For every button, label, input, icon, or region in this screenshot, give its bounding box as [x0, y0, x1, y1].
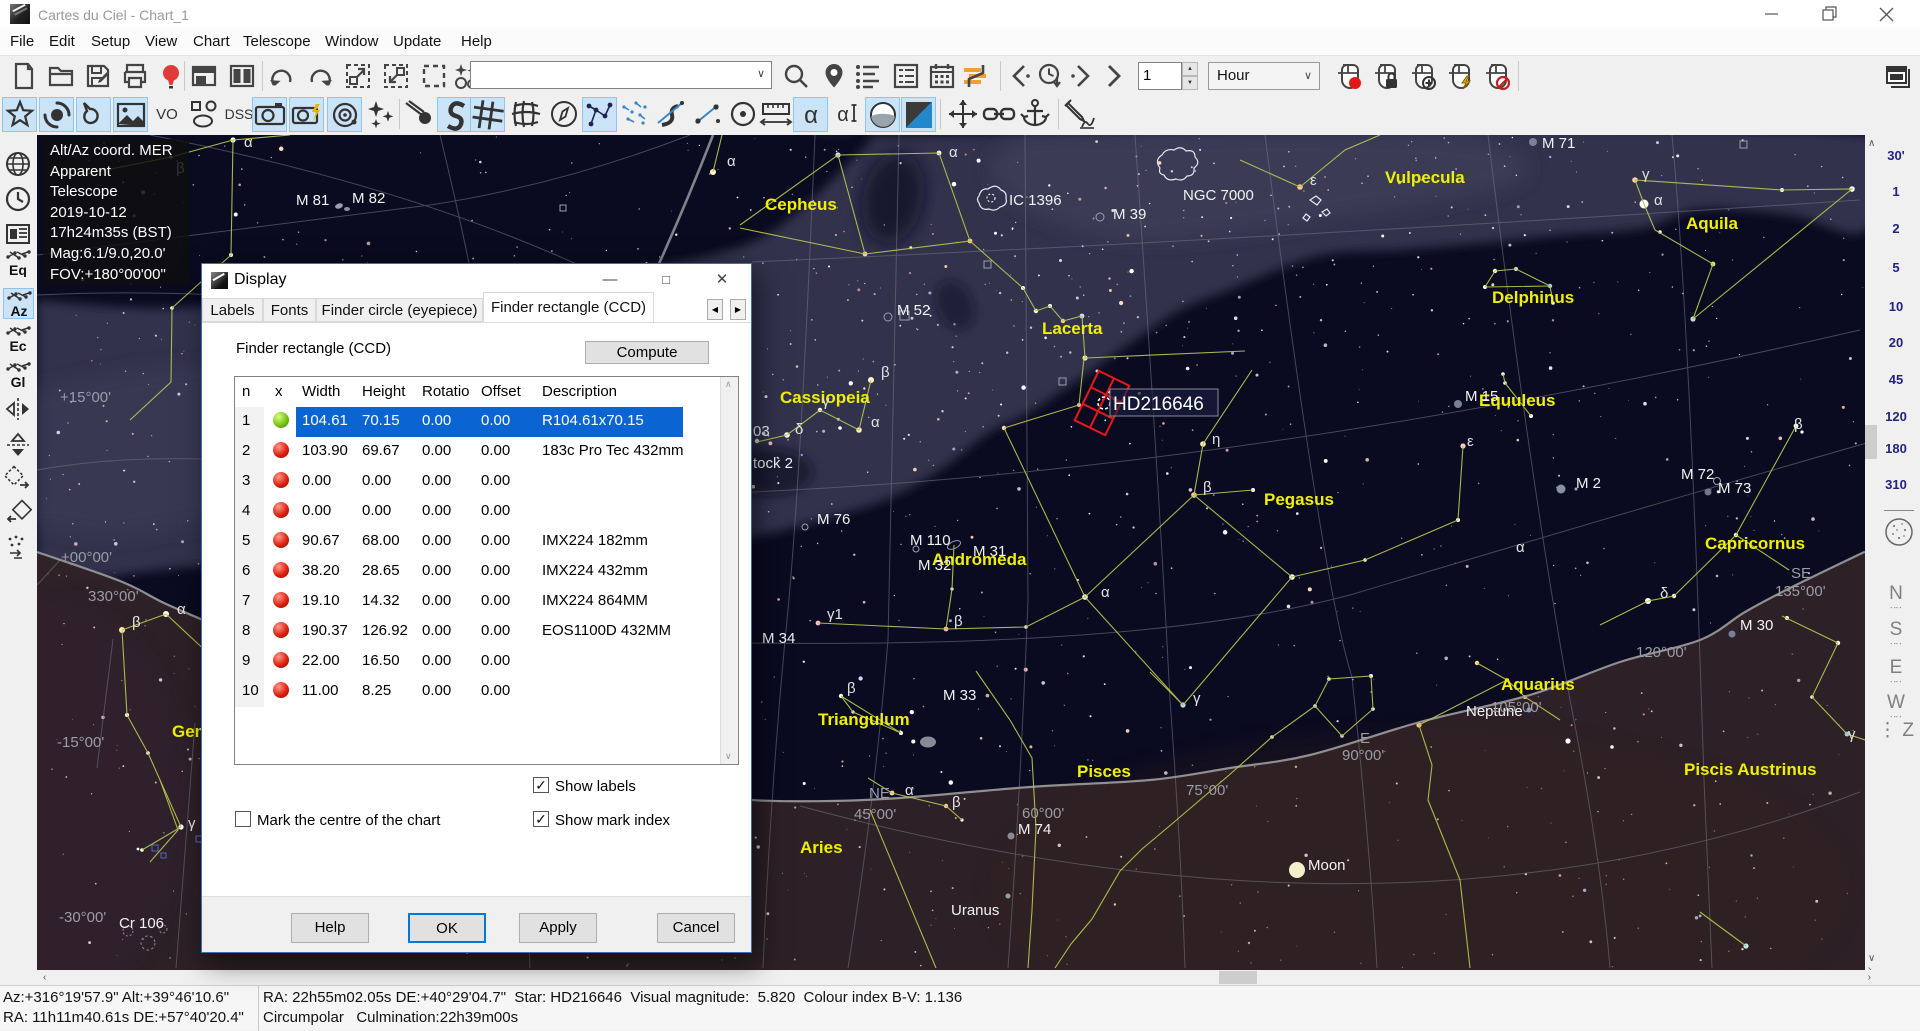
- svg-text:α: α: [1654, 192, 1663, 209]
- svg-text:M 30: M 30: [1740, 617, 1773, 634]
- svg-text:M 52: M 52: [897, 302, 930, 319]
- svg-text:Vulpecula: Vulpecula: [1385, 168, 1465, 187]
- svg-text:M 33: M 33: [943, 687, 976, 704]
- svg-text:NGC 7000: NGC 7000: [1183, 187, 1254, 204]
- svg-text:β: β: [881, 364, 890, 381]
- svg-text:45°00': 45°00': [854, 806, 896, 823]
- svg-text:NE: NE: [869, 785, 890, 802]
- svg-text:M 82: M 82: [352, 190, 385, 207]
- svg-text:Az: Az: [10, 303, 27, 318]
- svg-text:β: β: [1203, 479, 1212, 496]
- svg-text:γ: γ: [188, 815, 196, 832]
- svg-text:γ: γ: [1642, 166, 1650, 183]
- svg-text:IC 1396: IC 1396: [1009, 192, 1062, 209]
- svg-text:α: α: [727, 153, 736, 170]
- svg-text:60°00': 60°00': [1022, 805, 1064, 822]
- svg-text:β: β: [1794, 416, 1803, 433]
- svg-text:330°00': 330°00': [88, 588, 139, 605]
- svg-text:Moon: Moon: [1308, 857, 1346, 874]
- svg-text:SE: SE: [1791, 565, 1811, 582]
- svg-text:γ: γ: [1848, 726, 1856, 743]
- svg-text:α: α: [949, 144, 958, 161]
- svg-text:-30°00': -30°00': [59, 909, 106, 926]
- svg-text:ε: ε: [1467, 433, 1474, 450]
- svg-text:tock 2: tock 2: [753, 455, 793, 472]
- svg-text:Cepheus: Cepheus: [765, 195, 837, 214]
- svg-text:Pisces: Pisces: [1077, 762, 1131, 781]
- svg-text:α: α: [1516, 539, 1525, 556]
- svg-text:Lacerta: Lacerta: [1042, 319, 1103, 338]
- svg-text:M 15: M 15: [1465, 388, 1498, 405]
- svg-text:Triangulum: Triangulum: [818, 710, 910, 729]
- svg-text:90°00': 90°00': [1342, 747, 1384, 764]
- svg-text:α: α: [177, 601, 186, 618]
- svg-text:M 39: M 39: [1113, 206, 1146, 223]
- svg-text:α: α: [244, 135, 253, 151]
- svg-text:75°00': 75°00': [1186, 782, 1228, 799]
- svg-text:M 31: M 31: [973, 543, 1006, 560]
- svg-text:-15°00': -15°00': [57, 734, 104, 751]
- svg-text:η: η: [1212, 431, 1220, 448]
- svg-text:E: E: [1360, 730, 1370, 747]
- svg-text:α: α: [837, 104, 849, 126]
- svg-text:β: β: [847, 680, 856, 697]
- svg-text:γ: γ: [1193, 690, 1201, 707]
- svg-text:135°00': 135°00': [1775, 583, 1826, 600]
- svg-text:ε: ε: [1310, 172, 1317, 189]
- svg-text:γ1: γ1: [827, 606, 843, 623]
- svg-text:Cr 106: Cr 106: [119, 915, 164, 932]
- svg-text:Aries: Aries: [800, 838, 843, 857]
- svg-text:M 74: M 74: [1018, 821, 1051, 838]
- svg-text:03: 03: [753, 423, 770, 440]
- svg-text:β: β: [954, 613, 963, 630]
- svg-text:β: β: [952, 794, 961, 811]
- svg-text:α: α: [1101, 584, 1110, 601]
- svg-text:Eq: Eq: [9, 262, 27, 277]
- svg-text:δ: δ: [1660, 585, 1668, 602]
- svg-text:γ: γ: [822, 393, 830, 410]
- svg-text:120°00': 120°00': [1636, 644, 1687, 661]
- svg-text:M 110: M 110: [910, 532, 951, 549]
- svg-text:Delphinus: Delphinus: [1492, 288, 1574, 307]
- svg-text:VO: VO: [156, 106, 178, 123]
- svg-text:Pegasus: Pegasus: [1264, 490, 1334, 509]
- svg-text:Aquila: Aquila: [1686, 214, 1738, 233]
- svg-text:+00°00': +00°00': [61, 549, 112, 566]
- svg-text:Aquarius: Aquarius: [1501, 675, 1575, 694]
- svg-text:Capricornus: Capricornus: [1705, 534, 1805, 553]
- svg-text:M 32: M 32: [918, 557, 951, 574]
- svg-text:105°00': 105°00': [1491, 699, 1542, 716]
- svg-text:M 81: M 81: [296, 192, 329, 209]
- svg-text:α: α: [905, 782, 914, 799]
- svg-text:M 34: M 34: [762, 630, 795, 647]
- svg-text:HD216646: HD216646: [1113, 394, 1204, 415]
- svg-text:Piscis Austrinus: Piscis Austrinus: [1684, 760, 1817, 779]
- svg-text:M 71: M 71: [1542, 135, 1575, 152]
- svg-text:Uranus: Uranus: [951, 902, 999, 919]
- svg-text:M 73: M 73: [1718, 480, 1751, 497]
- svg-text:M 76: M 76: [817, 511, 850, 528]
- svg-text:M 72: M 72: [1681, 466, 1714, 483]
- svg-text:δ: δ: [795, 421, 803, 438]
- svg-text:Ec: Ec: [9, 338, 26, 353]
- svg-text:+15°00': +15°00': [60, 389, 111, 406]
- svg-text:Gl: Gl: [11, 374, 26, 389]
- svg-text:α: α: [871, 414, 880, 431]
- svg-text:α: α: [804, 102, 818, 129]
- svg-text:DSS: DSS: [225, 106, 254, 122]
- svg-text:β: β: [132, 614, 141, 631]
- svg-text:M 2: M 2: [1576, 475, 1601, 492]
